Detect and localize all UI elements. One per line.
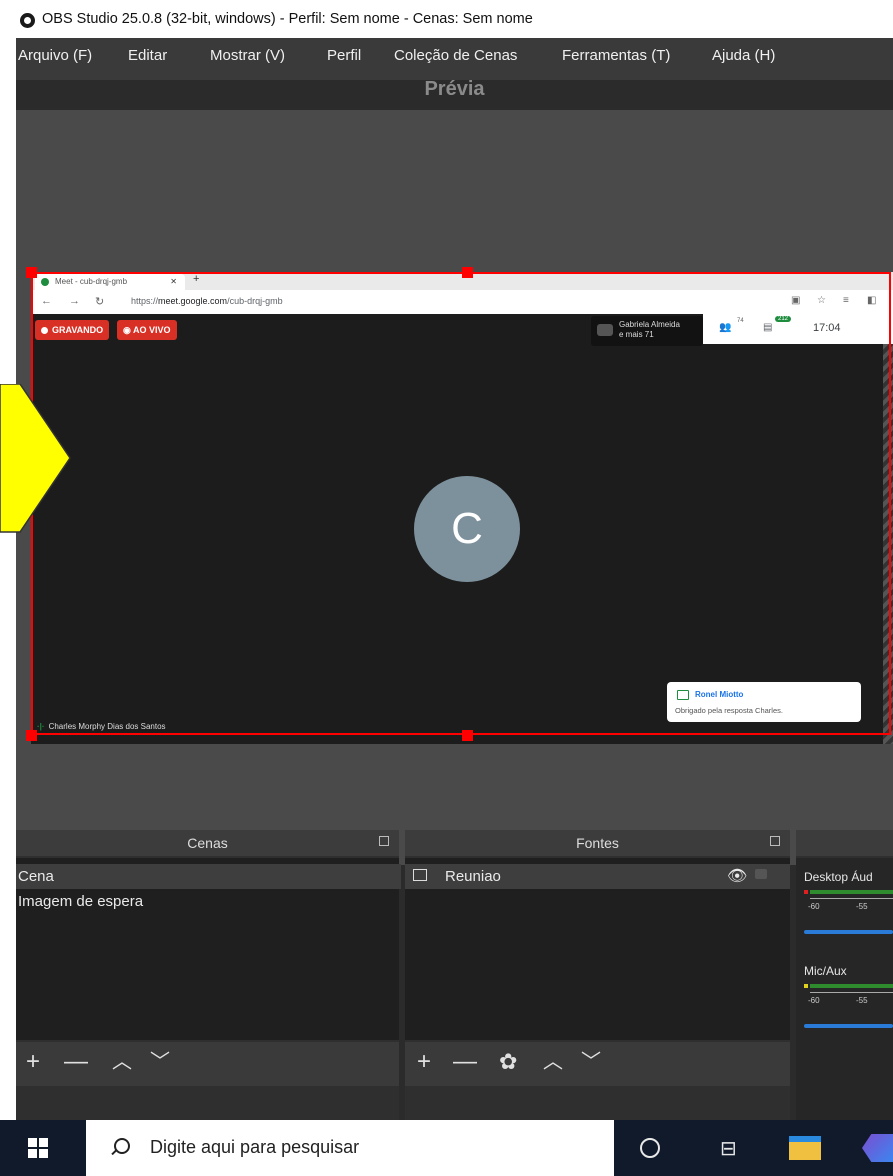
- dock-float-icon[interactable]: [379, 836, 389, 846]
- move-scene-down-button[interactable]: ﹀: [150, 1046, 170, 1078]
- menu-mostrar[interactable]: Mostrar (V): [210, 47, 285, 64]
- scene-item[interactable]: Imagem de espera: [16, 889, 401, 914]
- meter-tick: -60: [808, 996, 820, 1005]
- source-name: Reuniao: [445, 868, 501, 885]
- meter-tick: -60: [808, 902, 820, 911]
- menu-perfil[interactable]: Perfil: [327, 47, 361, 64]
- scenes-toolbar: + — ︿ ﹀: [16, 1042, 399, 1086]
- sources-toolbar: + — ✿ ︿ ﹀: [405, 1042, 790, 1086]
- scenes-list: Cena Imagem de espera: [16, 858, 401, 1040]
- resize-handle-top-left[interactable]: [26, 267, 37, 278]
- windows-start-icon[interactable]: [28, 1138, 48, 1158]
- source-selection-box[interactable]: [31, 272, 891, 735]
- search-icon: [114, 1138, 130, 1154]
- move-source-down-button[interactable]: ﹀: [581, 1046, 601, 1078]
- move-source-up-button[interactable]: ︿: [543, 1046, 563, 1078]
- remove-scene-button[interactable]: —: [64, 1046, 88, 1078]
- cortana-icon[interactable]: [640, 1138, 660, 1158]
- source-item[interactable]: Reuniao 👁: [405, 864, 790, 889]
- lock-icon[interactable]: [755, 869, 767, 879]
- move-scene-up-button[interactable]: ︿: [112, 1046, 132, 1078]
- visibility-eye-icon[interactable]: 👁: [727, 864, 747, 889]
- mixer-panel: Desktop Áud -60 -55 Mic/Aux -60 -55: [796, 858, 893, 1120]
- obs-logo-icon: [20, 13, 35, 28]
- preview-label: Prévia: [424, 78, 485, 100]
- resize-handle-bottom[interactable]: [462, 730, 473, 741]
- menu-bar: Arquivo (F) Editar Mostrar (V) Perfil Co…: [16, 38, 893, 80]
- scenes-dock: Cenas Cena Imagem de espera + — ︿ ﹀: [16, 830, 401, 1120]
- sources-dock: Fontes Reuniao 👁 + — ✿ ︿ ﹀: [405, 830, 790, 1120]
- add-scene-button[interactable]: +: [26, 1046, 40, 1078]
- source-properties-gear-icon[interactable]: ✿: [499, 1046, 517, 1078]
- preview-canvas[interactable]: Meet - cub-drqj-gmb ✕ + ← → ↻ https://me…: [16, 110, 893, 865]
- menu-colecao-cenas[interactable]: Coleção de Cenas: [394, 47, 517, 64]
- add-source-button[interactable]: +: [417, 1046, 431, 1078]
- window-capture-icon: [413, 869, 427, 881]
- scenes-dock-title: Cenas: [16, 830, 399, 856]
- menu-arquivo[interactable]: Arquivo (F): [18, 47, 92, 64]
- peak-indicator: [804, 890, 808, 894]
- audio-mixer-dock: Desktop Áud -60 -55 Mic/Aux -60 -55: [796, 830, 893, 1120]
- windows-taskbar: Digite aqui para pesquisar ⊟: [0, 1120, 893, 1176]
- resize-handle-bottom-left[interactable]: [26, 730, 37, 741]
- search-placeholder: Digite aqui para pesquisar: [150, 1137, 360, 1157]
- sources-dock-title: Fontes: [405, 830, 790, 856]
- meter-scale: [810, 898, 893, 899]
- volume-meter: [810, 984, 893, 988]
- meter-tick: -55: [856, 902, 868, 911]
- mixer-channel-name: Desktop Áud: [804, 870, 873, 884]
- menu-ajuda[interactable]: Ajuda (H): [712, 47, 775, 64]
- task-view-icon[interactable]: ⊟: [720, 1136, 737, 1161]
- taskbar-app-icon[interactable]: [862, 1134, 893, 1162]
- file-explorer-icon[interactable]: [789, 1136, 821, 1160]
- resize-handle-top[interactable]: [462, 267, 473, 278]
- dock-float-icon[interactable]: [770, 836, 780, 846]
- volume-meter: [810, 890, 893, 894]
- mixer-dock-title: [796, 830, 893, 856]
- scene-item[interactable]: Cena: [16, 864, 401, 889]
- menu-ferramentas[interactable]: Ferramentas (T): [562, 47, 670, 64]
- remove-source-button[interactable]: —: [453, 1046, 477, 1078]
- meter-scale: [810, 992, 893, 993]
- peak-indicator: [804, 984, 808, 988]
- volume-slider[interactable]: [804, 1024, 893, 1028]
- volume-slider[interactable]: [804, 930, 893, 934]
- yellow-arrow-annotation: [0, 384, 71, 533]
- menu-editar[interactable]: Editar: [128, 47, 167, 64]
- taskbar-search-box[interactable]: Digite aqui para pesquisar: [86, 1120, 614, 1176]
- meter-tick: -55: [856, 996, 868, 1005]
- window-title-bar: OBS Studio 25.0.8 (32-bit, windows) - Pe…: [0, 0, 893, 38]
- sources-list: Reuniao 👁: [405, 858, 790, 1040]
- obs-main-window: Arquivo (F) Editar Mostrar (V) Perfil Co…: [16, 38, 893, 1120]
- mixer-channel-name: Mic/Aux: [804, 964, 847, 978]
- window-title: OBS Studio 25.0.8 (32-bit, windows) - Pe…: [42, 11, 533, 27]
